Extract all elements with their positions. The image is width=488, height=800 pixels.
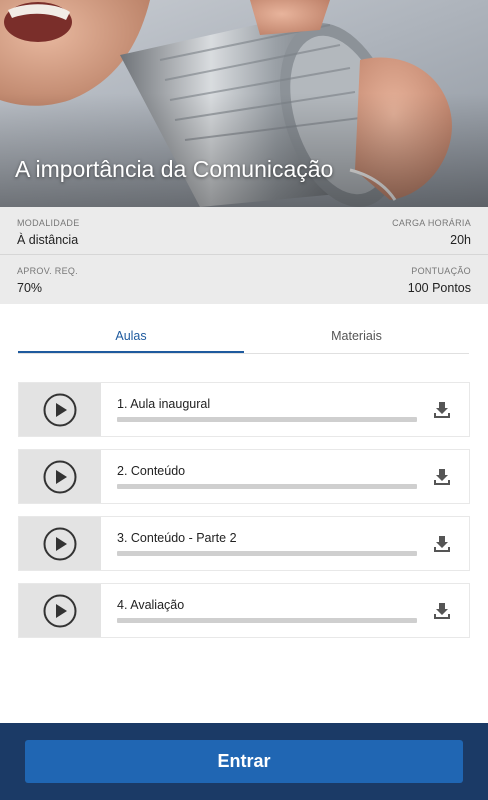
lesson-thumbnail[interactable] — [19, 517, 101, 570]
info-row: MODALIDADE À distância CARGA HORÁRIA 20h — [0, 207, 488, 255]
modalidade-cell: MODALIDADE À distância — [17, 218, 80, 248]
content-tabs: Aulas Materiais — [18, 319, 469, 354]
download-icon[interactable] — [433, 602, 451, 620]
pontuacao-value: 100 Pontos — [407, 281, 471, 295]
lesson-title: 2. Conteúdo — [117, 464, 186, 478]
play-icon[interactable] — [43, 527, 77, 561]
tab-materiais[interactable]: Materiais — [244, 319, 469, 353]
enter-button[interactable]: Entrar — [25, 740, 463, 783]
lesson-title: 4. Avaliação — [117, 598, 185, 612]
lesson-thumbnail[interactable] — [19, 383, 101, 436]
play-icon[interactable] — [43, 594, 77, 628]
pontuacao-cell: PONTUAÇÃO 100 Pontos — [408, 266, 471, 296]
footer-bar: Entrar — [0, 723, 488, 800]
modalidade-value: À distância — [17, 233, 79, 247]
lesson-list: 1. Aula inaugural 2. Conteúdo 3. Conteúd… — [18, 382, 470, 650]
lesson-progress-bar — [117, 618, 417, 623]
lesson-item[interactable]: 4. Avaliação — [18, 583, 470, 638]
course-title: A importância da Comunicação — [15, 156, 334, 182]
pontuacao-label: PONTUAÇÃO — [411, 266, 471, 276]
lesson-title: 3. Conteúdo - Parte 2 — [117, 531, 237, 545]
aprov-req-value: 70% — [17, 281, 43, 295]
download-icon[interactable] — [433, 535, 451, 553]
tab-aulas[interactable]: Aulas — [18, 319, 244, 353]
download-icon[interactable] — [433, 468, 451, 486]
course-hero-image: A importância da Comunicação — [0, 0, 488, 207]
carga-horaria-value: 20h — [450, 233, 471, 247]
lesson-progress-bar — [117, 484, 417, 489]
download-icon[interactable] — [433, 401, 451, 419]
lesson-title: 1. Aula inaugural — [117, 397, 211, 411]
carga-horaria-cell: CARGA HORÁRIA 20h — [392, 218, 471, 248]
info-row: APROV. REQ. 70% PONTUAÇÃO 100 Pontos — [0, 255, 488, 303]
carga-horaria-label: CARGA HORÁRIA — [392, 218, 471, 228]
aprov-req-cell: APROV. REQ. 70% — [17, 266, 78, 296]
aprov-req-label: APROV. REQ. — [17, 266, 78, 276]
lesson-progress-bar — [117, 551, 417, 556]
lesson-item[interactable]: 2. Conteúdo — [18, 449, 470, 504]
lesson-item[interactable]: 1. Aula inaugural — [18, 382, 470, 437]
play-icon[interactable] — [43, 393, 77, 427]
lesson-thumbnail[interactable] — [19, 584, 101, 637]
play-icon[interactable] — [43, 460, 77, 494]
lesson-progress-bar — [117, 417, 417, 422]
modalidade-label: MODALIDADE — [17, 218, 80, 228]
lesson-item[interactable]: 3. Conteúdo - Parte 2 — [18, 516, 470, 571]
course-info-panel: MODALIDADE À distância CARGA HORÁRIA 20h… — [0, 207, 488, 304]
lesson-thumbnail[interactable] — [19, 450, 101, 503]
